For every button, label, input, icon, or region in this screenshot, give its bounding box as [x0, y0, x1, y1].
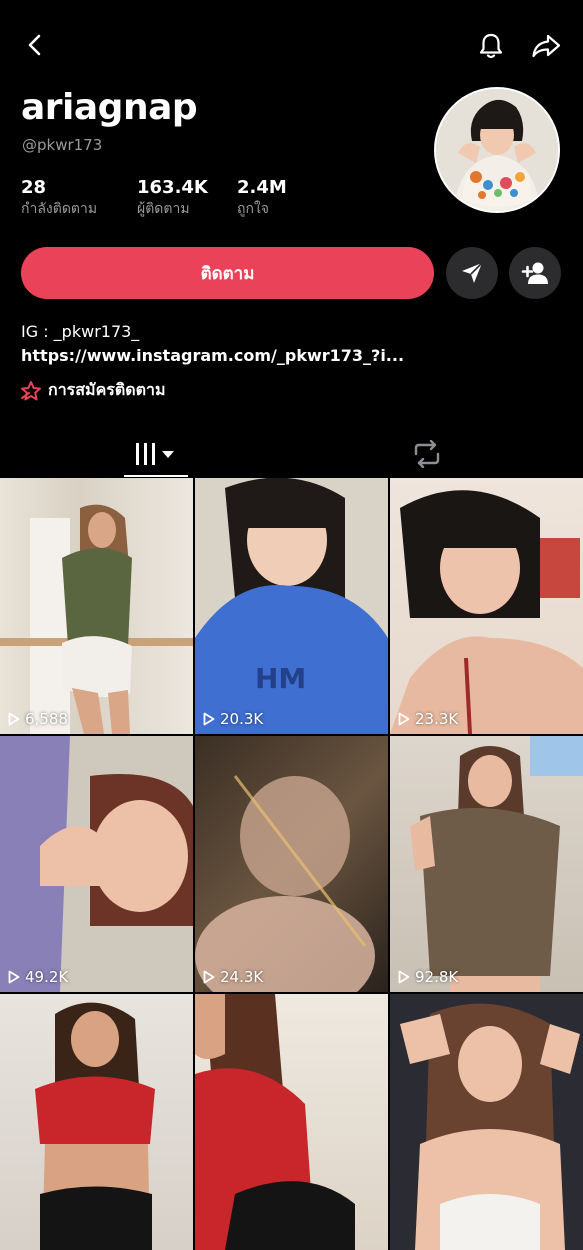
view-count: 6,588: [8, 710, 68, 728]
view-count-text: 24.3K: [220, 968, 264, 986]
subscription-star-icon: [21, 380, 41, 400]
play-icon: [398, 970, 410, 984]
grid-icon: [136, 443, 174, 465]
svg-text:HM: HM: [255, 662, 306, 695]
play-icon: [398, 712, 410, 726]
share-arrow-icon: [532, 34, 561, 58]
video-tile[interactable]: [390, 994, 583, 1250]
follow-button-label: ติดตาม: [200, 263, 255, 284]
tab-videos-indicator: [124, 475, 188, 477]
tab-reposts[interactable]: [398, 432, 456, 476]
video-thumbnail: [400, 1003, 580, 1250]
video-tile[interactable]: 6,588: [0, 478, 193, 734]
stat-following-label: กำลังติดตาม: [21, 201, 98, 217]
video-thumbnail: [35, 1002, 155, 1250]
notification-button[interactable]: [473, 28, 509, 64]
play-icon: [8, 970, 20, 984]
stat-followers-label: ผู้ติดตาม: [137, 201, 190, 217]
paper-plane-icon: [462, 262, 483, 283]
view-count-text: 6,588: [25, 710, 68, 728]
video-tile[interactable]: 92.8K: [390, 736, 583, 992]
video-thumbnail: [195, 994, 355, 1250]
view-count: 20.3K: [203, 710, 263, 728]
bio-link[interactable]: https://www.instagram.com/_pkwr173_?i...: [21, 346, 404, 366]
video-tile[interactable]: [0, 994, 193, 1250]
avatar-image: [436, 89, 558, 211]
back-button[interactable]: [18, 28, 52, 62]
bell-icon: [479, 33, 503, 59]
video-tile[interactable]: 24.3K: [195, 736, 388, 992]
send-message-button[interactable]: [446, 247, 498, 299]
stat-likes-label: ถูกใจ: [237, 201, 269, 217]
add-user-icon: [521, 262, 548, 284]
stat-likes[interactable]: 2.4M ถูกใจ: [237, 178, 287, 218]
follow-button[interactable]: ติดตาม: [21, 247, 434, 299]
avatar[interactable]: [434, 87, 560, 213]
play-icon: [203, 970, 215, 984]
subscription-link[interactable]: การสมัครติดตาม: [20, 378, 166, 403]
video-thumbnail: [410, 736, 583, 992]
add-friend-button[interactable]: [509, 247, 561, 299]
stat-following-count: 28: [21, 177, 47, 198]
view-count: 49.2K: [8, 968, 68, 986]
view-count: 23.3K: [398, 710, 458, 728]
video-tile[interactable]: 23.3K: [390, 478, 583, 734]
view-count: 92.8K: [398, 968, 458, 986]
stat-followers-count: 163.4K: [137, 177, 208, 198]
view-count: 24.3K: [203, 968, 263, 986]
repost-icon: [414, 440, 440, 468]
play-icon: [203, 712, 215, 726]
view-count-text: 92.8K: [415, 968, 459, 986]
chevron-left-icon: [28, 34, 41, 56]
video-tile[interactable]: [195, 994, 388, 1250]
tab-videos[interactable]: [124, 432, 188, 476]
video-thumbnail: [195, 775, 375, 992]
subscription-label: การสมัครติดตาม: [48, 380, 166, 399]
video-tile[interactable]: HM 20.3K: [195, 478, 388, 734]
play-icon: [8, 712, 20, 726]
video-grid: 6,588 HM 20.3K 23.3K 49.2K 24.3K 92.8K: [0, 478, 583, 1250]
video-thumbnail: [0, 504, 193, 734]
video-tile[interactable]: 49.2K: [0, 736, 193, 992]
stat-following[interactable]: 28 กำลังติดตาม: [21, 178, 97, 218]
view-count-text: 49.2K: [25, 968, 69, 986]
profile-username: ariagnap: [21, 87, 198, 128]
view-count-text: 23.3K: [415, 710, 459, 728]
video-thumbnail: HM: [195, 478, 388, 734]
bio-text: IG : _pkwr173_: [21, 322, 140, 341]
stat-likes-count: 2.4M: [237, 177, 287, 198]
video-thumbnail: [390, 490, 583, 734]
view-count-text: 20.3K: [220, 710, 264, 728]
share-button[interactable]: [528, 28, 564, 64]
stat-followers[interactable]: 163.4K ผู้ติดตาม: [137, 178, 208, 218]
profile-handle: @pkwr173: [22, 136, 103, 154]
video-thumbnail: [0, 736, 193, 992]
